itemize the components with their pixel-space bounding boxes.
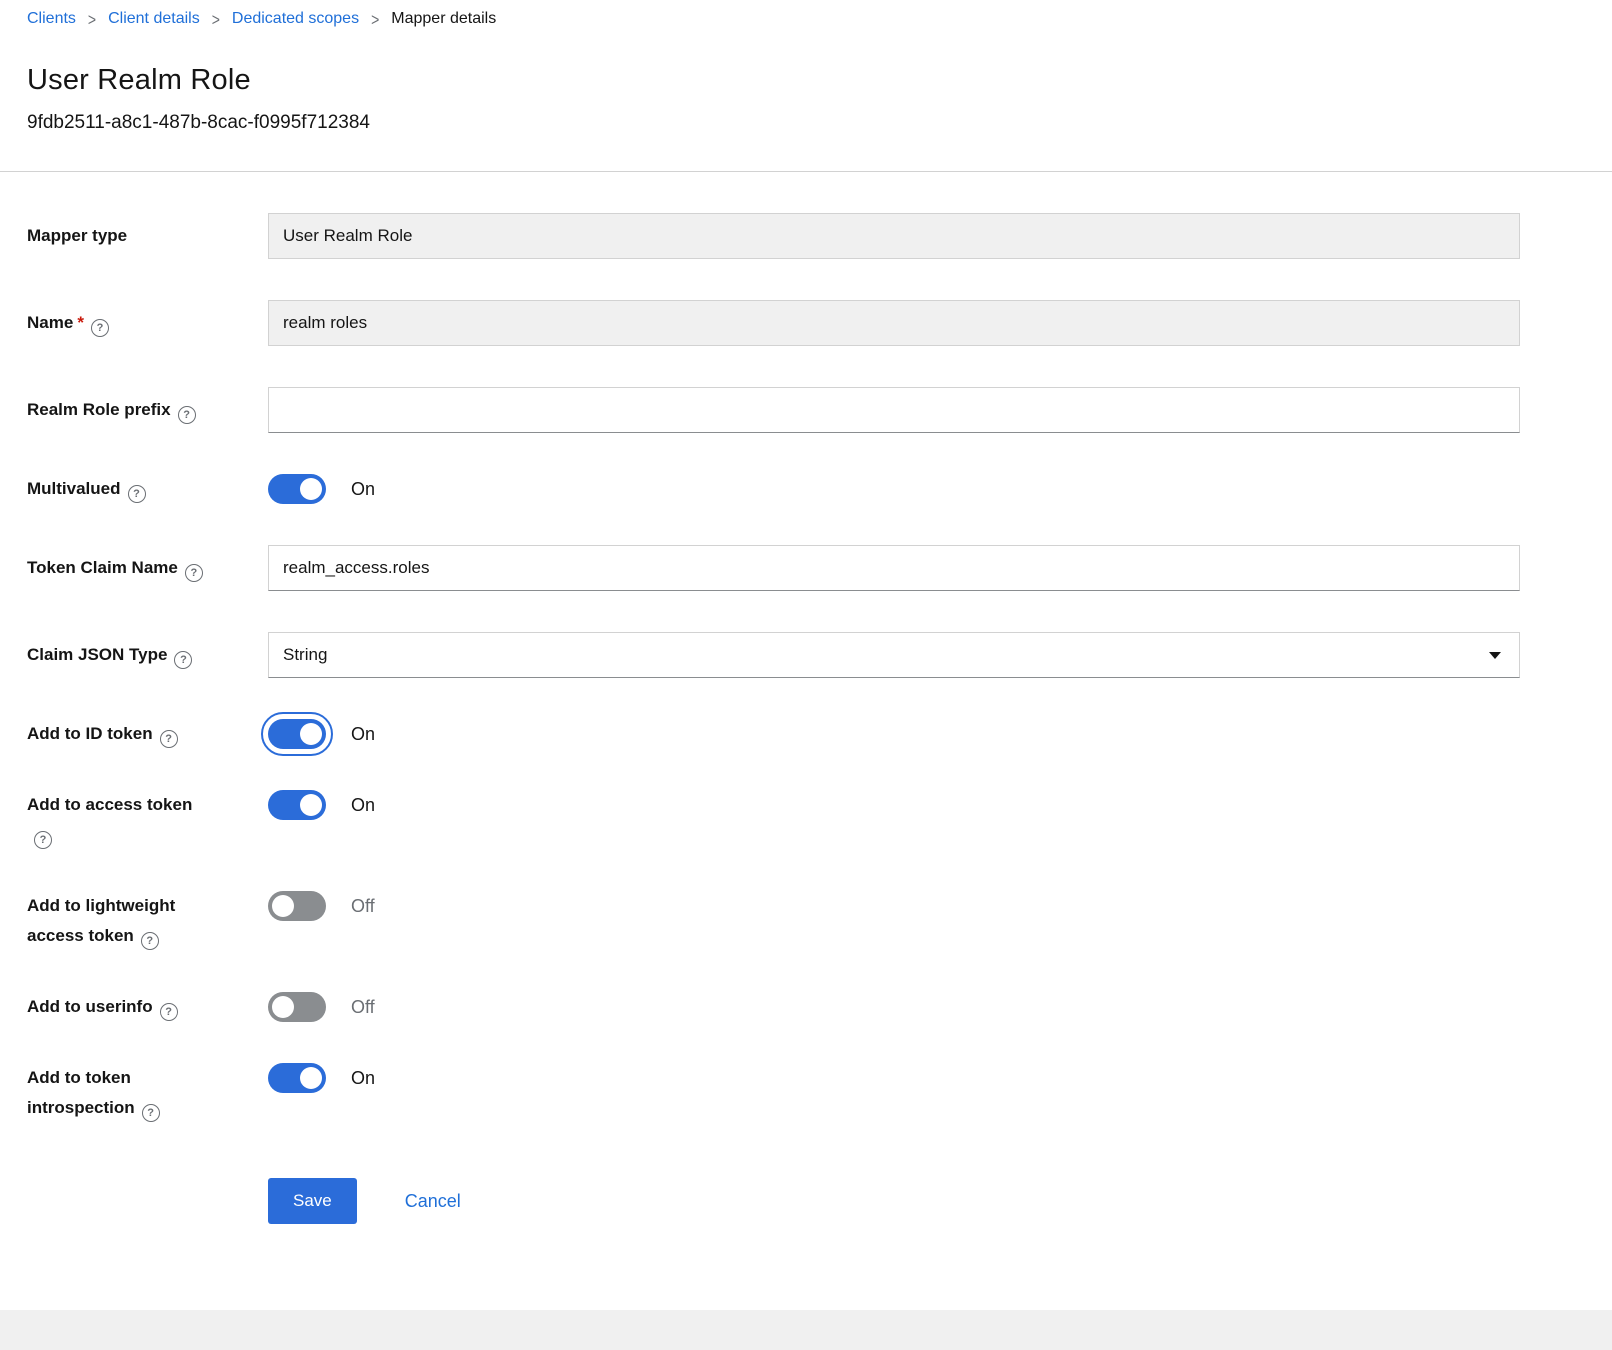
mapper-form: Mapper type Name*? Realm Role prefix?: [27, 172, 1520, 1224]
add-to-userinfo-state-label: Off: [351, 997, 375, 1017]
add-to-id-token-label: Add to ID token: [27, 724, 153, 743]
toggle-knob: [272, 895, 294, 917]
save-button[interactable]: Save: [268, 1178, 357, 1224]
add-to-userinfo-label: Add to userinfo: [27, 997, 153, 1016]
breadcrumb-dedicated-scopes[interactable]: Dedicated scopes: [232, 10, 359, 28]
add-to-userinfo-help-icon[interactable]: ?: [159, 1003, 178, 1021]
toggle-knob: [300, 1067, 322, 1089]
field-claim-json-type: Claim JSON Type? String: [27, 632, 1520, 678]
add-to-token-introspection-toggle[interactable]: [268, 1063, 326, 1093]
field-name: Name *?: [27, 300, 1520, 346]
add-to-token-introspection-help-icon[interactable]: ?: [141, 1104, 160, 1122]
add-to-access-token-help-icon[interactable]: ?: [34, 831, 52, 849]
add-to-id-token-toggle[interactable]: [261, 712, 333, 756]
multivalued-label: Multivalued: [27, 479, 121, 498]
breadcrumb-clients[interactable]: Clients: [27, 10, 76, 28]
mapper-id: 9fdb2511-a8c1-487b-8cac-f0995f712384: [27, 112, 370, 133]
breadcrumb-separator-icon: >: [87, 9, 97, 29]
claim-json-type-selected-value: String: [283, 645, 328, 664]
token-claim-name-help-icon[interactable]: ?: [184, 563, 203, 582]
mapper-details-page: Clients > Client details > Dedicated sco…: [0, 0, 1612, 134]
add-to-access-token-toggle[interactable]: [268, 790, 326, 820]
form-actions: Save Cancel: [268, 1178, 1520, 1224]
breadcrumb: Clients > Client details > Dedicated sco…: [27, 0, 1520, 29]
field-add-to-id-token: Add to ID token? On: [27, 712, 1520, 756]
add-to-access-token-label: Add to access token: [27, 795, 193, 814]
breadcrumb-separator-icon: >: [211, 9, 220, 29]
multivalued-state-label: On: [351, 479, 376, 499]
add-to-lightweight-access-token-toggle[interactable]: [268, 891, 326, 921]
add-to-token-introspection-label: Add to token introspection: [27, 1068, 135, 1117]
breadcrumb-client-details[interactable]: Client details: [108, 10, 200, 28]
token-claim-name-input[interactable]: [268, 545, 1520, 591]
add-to-access-token-state-label: On: [351, 795, 376, 815]
add-to-lightweight-access-token-state-label: Off: [351, 896, 375, 916]
realm-role-prefix-input[interactable]: [268, 387, 1520, 433]
add-to-userinfo-toggle[interactable]: [268, 992, 326, 1022]
field-add-to-access-token: Add to access token ? On: [27, 790, 1520, 850]
add-to-lightweight-access-token-help-icon[interactable]: ?: [140, 932, 159, 950]
cancel-button[interactable]: Cancel: [405, 1191, 461, 1212]
field-mapper-type: Mapper type: [27, 213, 1520, 259]
mapper-type-input[interactable]: [268, 213, 1520, 259]
claim-json-type-help-icon[interactable]: ?: [174, 650, 193, 669]
name-input[interactable]: [268, 300, 1520, 346]
mapper-type-label: Mapper type: [27, 226, 128, 245]
name-label: Name: [27, 312, 74, 332]
claim-json-type-select[interactable]: String: [268, 632, 1520, 678]
toggle-knob: [300, 723, 322, 745]
realm-role-prefix-label: Realm Role prefix: [27, 399, 171, 419]
multivalued-help-icon[interactable]: ?: [127, 485, 146, 503]
realm-role-prefix-help-icon[interactable]: ?: [177, 405, 196, 424]
claim-json-type-label: Claim JSON Type: [27, 644, 168, 664]
multivalued-toggle[interactable]: [268, 474, 326, 504]
field-add-to-userinfo: Add to userinfo? Off: [27, 992, 1520, 1022]
field-realm-role-prefix: Realm Role prefix?: [27, 387, 1520, 433]
breadcrumb-mapper-details: Mapper details: [391, 10, 497, 27]
add-to-id-token-help-icon[interactable]: ?: [159, 730, 178, 748]
toggle-knob: [300, 478, 322, 500]
toggle-knob: [300, 794, 322, 816]
field-add-to-lightweight-access-token: Add to lightweight access token? Off: [27, 891, 1520, 951]
required-indicator: *: [77, 312, 84, 332]
field-add-to-token-introspection: Add to token introspection? On: [27, 1063, 1520, 1123]
toggle-knob: [272, 996, 294, 1018]
add-to-token-introspection-state-label: On: [351, 1068, 376, 1088]
footer-strip: [0, 1310, 1612, 1350]
breadcrumb-separator-icon: >: [371, 9, 380, 29]
chevron-down-icon: [1489, 652, 1501, 659]
field-multivalued: Multivalued? On: [27, 474, 1520, 504]
field-token-claim-name: Token Claim Name?: [27, 545, 1520, 591]
name-help-icon[interactable]: ?: [90, 318, 109, 337]
add-to-id-token-state-label: On: [351, 724, 376, 744]
page-title: User Realm Role: [27, 64, 251, 96]
token-claim-name-label: Token Claim Name: [27, 557, 178, 577]
